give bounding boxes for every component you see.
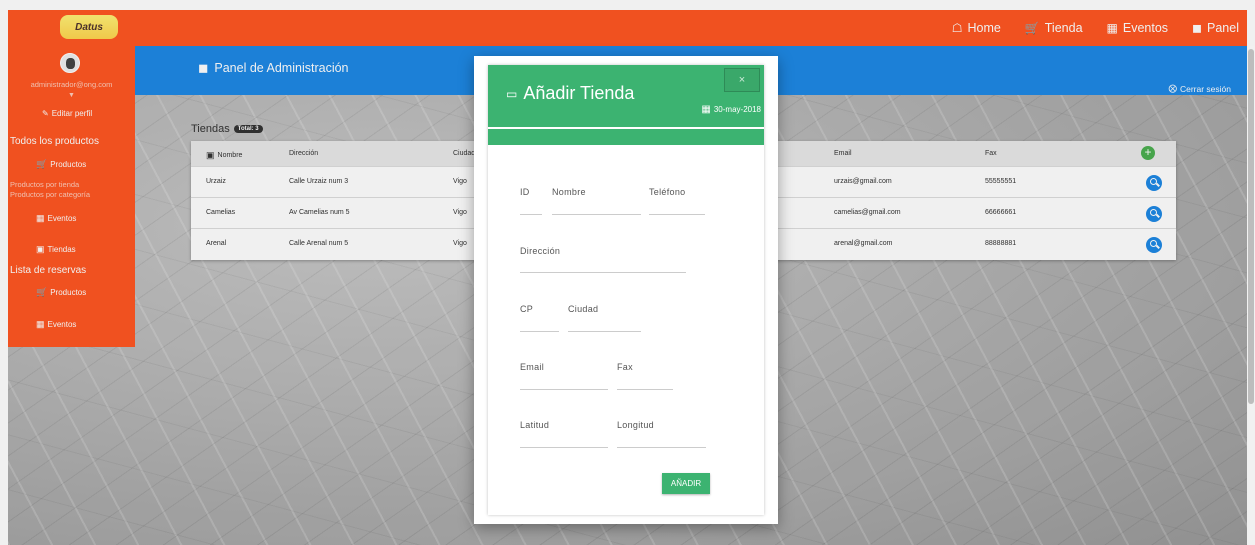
fax-input-line[interactable]	[617, 389, 673, 390]
add-button[interactable]: AÑADIR	[662, 473, 710, 494]
fax-field[interactable]: Fax	[617, 362, 673, 390]
scrollbar[interactable]	[1247, 46, 1255, 545]
longitude-label: Longitud	[617, 420, 654, 430]
scrollbar-thumb[interactable]	[1248, 49, 1254, 404]
modal-card: ▭ Añadir Tienda ▦ 30-may-2018 × ID Nombr…	[488, 65, 764, 515]
phone-input-line[interactable]	[649, 214, 705, 215]
id-field[interactable]: ID	[520, 187, 542, 215]
modal-title-text: Añadir Tienda	[523, 83, 635, 103]
modal-header-bar	[488, 129, 764, 145]
close-button[interactable]: ×	[724, 68, 760, 92]
name-field[interactable]: Nombre	[552, 187, 641, 215]
id-input-line[interactable]	[520, 214, 542, 215]
fax-label: Fax	[617, 362, 633, 372]
email-label: Email	[520, 362, 545, 372]
cp-label: CP	[520, 304, 534, 314]
longitude-input-line[interactable]	[617, 447, 706, 448]
latitude-input-line[interactable]	[520, 447, 608, 448]
add-store-modal: ▭ Añadir Tienda ▦ 30-may-2018 × ID Nombr…	[474, 56, 778, 524]
store-icon: ▭	[506, 86, 518, 101]
modal-title: ▭ Añadir Tienda	[506, 83, 634, 104]
latitude-field[interactable]: Latitud	[520, 420, 608, 448]
longitude-field[interactable]: Longitud	[617, 420, 706, 448]
name-label: Nombre	[552, 187, 586, 197]
calendar-icon: ▦	[701, 104, 711, 115]
city-label: Ciudad	[568, 304, 599, 314]
address-input-line[interactable]	[520, 272, 686, 273]
email-field[interactable]: Email	[520, 362, 608, 390]
email-input-line[interactable]	[520, 389, 608, 390]
address-label: Dirección	[520, 246, 561, 256]
modal-header: ▭ Añadir Tienda ▦ 30-may-2018 ×	[488, 65, 764, 127]
city-input-line[interactable]	[568, 331, 641, 332]
city-field[interactable]: Ciudad	[568, 304, 641, 332]
modal-date-text: 30-may-2018	[713, 105, 761, 114]
phone-field[interactable]: Teléfono	[649, 187, 705, 215]
latitude-label: Latitud	[520, 420, 550, 430]
address-field[interactable]: Dirección	[520, 246, 686, 273]
close-icon: ×	[738, 74, 746, 86]
id-label: ID	[520, 187, 530, 197]
cp-input-line[interactable]	[520, 331, 559, 332]
modal-date: ▦ 30-may-2018	[701, 104, 761, 115]
phone-label: Teléfono	[649, 187, 686, 197]
cp-field[interactable]: CP	[520, 304, 559, 332]
name-input-line[interactable]	[552, 214, 641, 215]
